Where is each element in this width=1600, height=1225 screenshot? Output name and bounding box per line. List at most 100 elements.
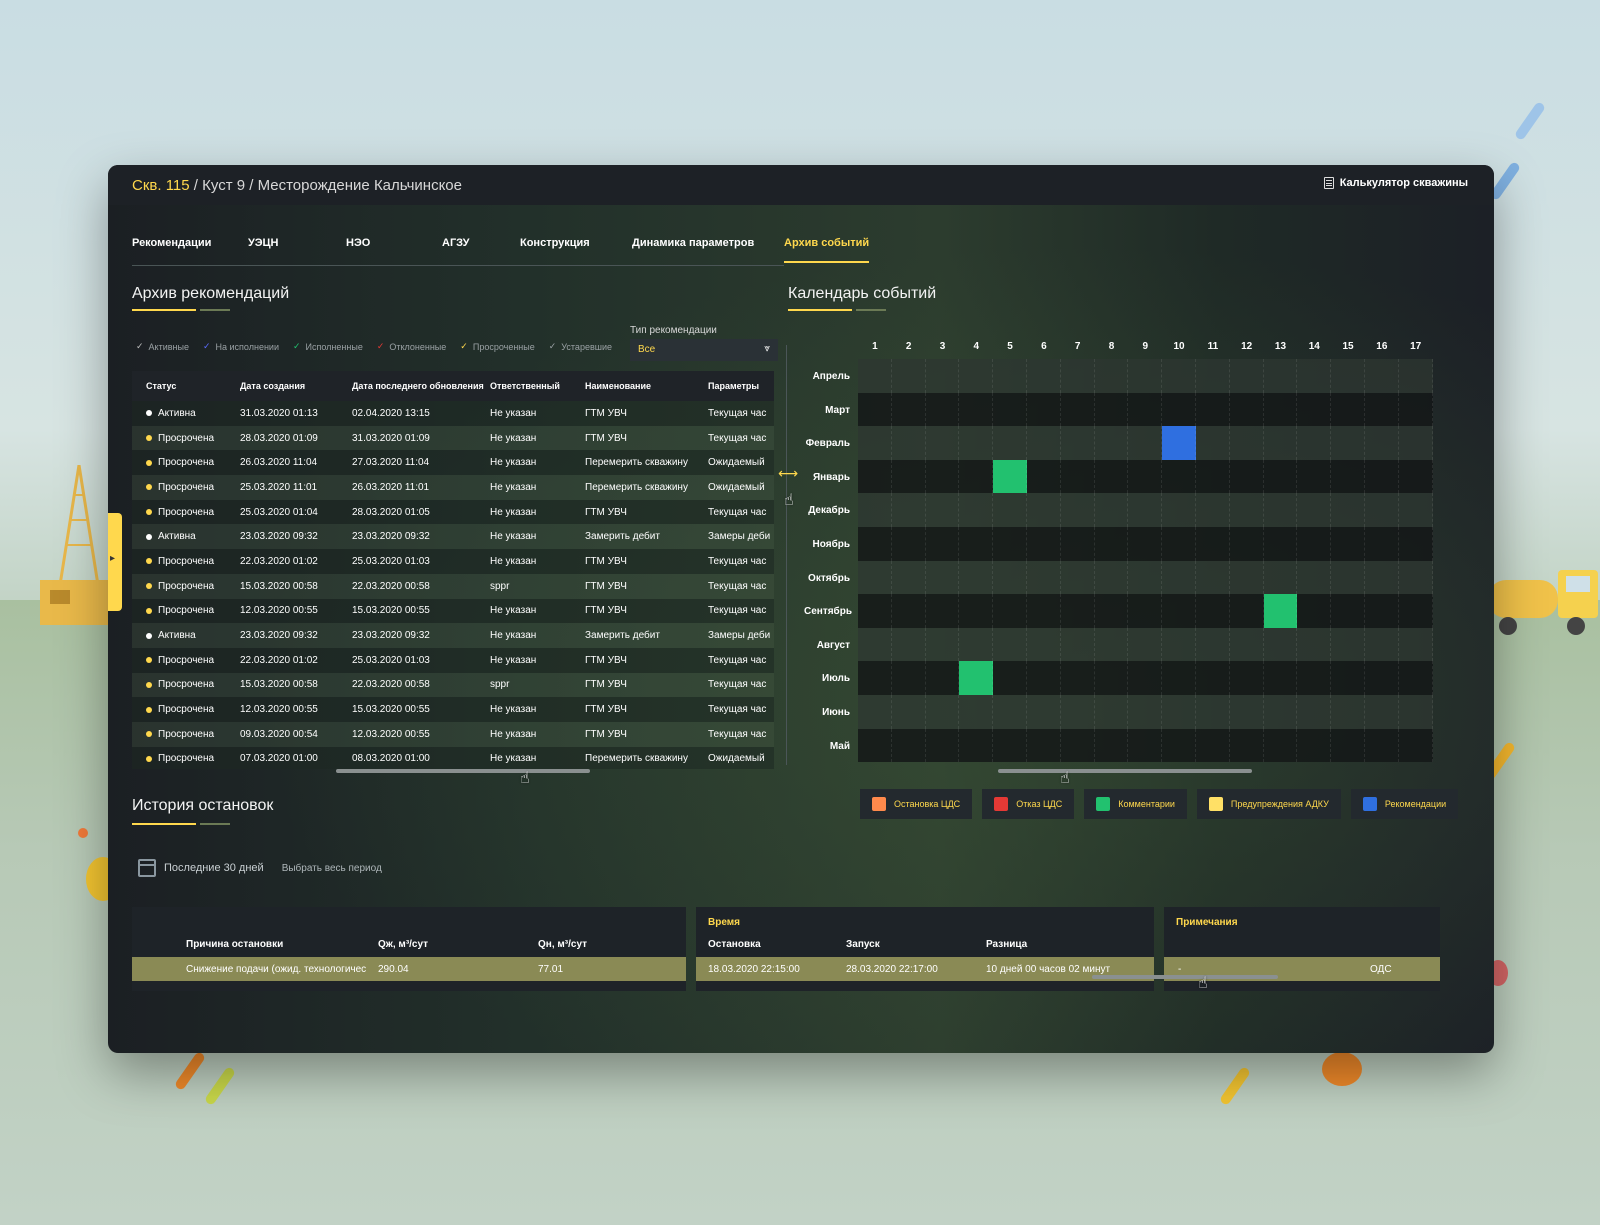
calendar-cell[interactable] <box>891 560 926 595</box>
calendar-cell[interactable] <box>1162 661 1196 695</box>
tab-agzu[interactable]: АГЗУ <box>442 237 470 249</box>
calendar-cell[interactable] <box>1195 560 1230 595</box>
calendar-cell[interactable] <box>1263 459 1298 494</box>
calendar-cell[interactable] <box>959 359 994 393</box>
calendar-cell[interactable] <box>858 661 892 695</box>
calendar-cell[interactable] <box>959 526 994 561</box>
calendar-cell[interactable] <box>1297 594 1332 628</box>
calendar-cell[interactable] <box>925 661 960 695</box>
calendar-cell[interactable] <box>993 493 1027 527</box>
table-row[interactable]: Просрочена 09.03.2020 00:54 12.03.2020 00:… <box>132 721 774 747</box>
calendar-cell[interactable] <box>858 493 892 527</box>
calendar-cell[interactable] <box>1364 392 1399 427</box>
table-row[interactable]: Снижение подачи (ожид. технологичес 290.… <box>132 957 686 981</box>
tab-recommendations[interactable]: Рекомендации <box>132 237 211 249</box>
calendar-cell[interactable] <box>1162 526 1196 561</box>
filter-rejected[interactable]: ✓ Отклоненные <box>377 341 446 352</box>
calendar-cell[interactable] <box>1026 594 1061 628</box>
calendar-cell[interactable] <box>1195 359 1230 393</box>
calendar-cell[interactable] <box>891 594 926 628</box>
table-row[interactable]: Просрочена 12.03.2020 00:55 15.03.2020 00:… <box>132 697 774 722</box>
calendar-cell[interactable] <box>891 728 926 763</box>
calendar-cell[interactable] <box>891 459 926 494</box>
calendar-cell[interactable] <box>1229 359 1264 393</box>
filter-in-progress[interactable]: ✓ На исполнении <box>203 341 279 352</box>
calendar-cell[interactable] <box>1229 526 1264 561</box>
legend-adku-warnings[interactable]: Предупреждения АДКУ <box>1196 789 1341 819</box>
calendar-cell[interactable] <box>1128 526 1163 561</box>
calendar-cell[interactable] <box>1297 694 1332 729</box>
calendar-cell[interactable] <box>1229 694 1264 729</box>
calendar-cell[interactable] <box>1128 392 1163 427</box>
calendar-cell[interactable] <box>1128 560 1163 595</box>
calendar-cell[interactable] <box>959 694 994 729</box>
calendar-cell[interactable] <box>925 627 960 662</box>
calendar-cell[interactable] <box>1094 392 1129 427</box>
calendar-cell[interactable] <box>959 728 994 763</box>
table-row[interactable]: Просрочена 07.03.2020 01:00 08.03.2020 01:… <box>132 746 774 769</box>
calendar-cell[interactable] <box>1398 594 1433 628</box>
calendar-cell[interactable] <box>1297 728 1332 763</box>
calendar-cell[interactable] <box>1060 627 1095 662</box>
calendar-cell[interactable] <box>1195 627 1230 662</box>
calendar-cell[interactable] <box>891 426 926 460</box>
calendar-cell[interactable] <box>993 392 1027 427</box>
calendar-cell[interactable] <box>1094 594 1129 628</box>
calendar-event-cell[interactable] <box>1263 594 1298 628</box>
calendar-cell[interactable] <box>1128 493 1163 527</box>
calendar-cell[interactable] <box>1094 661 1129 695</box>
table-row[interactable]: Активна 23.03.2020 09:32 23.03.2020 09:32 Н… <box>132 524 774 550</box>
calendar-cell[interactable] <box>1398 459 1433 494</box>
calendar-cell[interactable] <box>1229 392 1264 427</box>
calendar-cell[interactable] <box>925 694 960 729</box>
calendar-cell[interactable] <box>1162 728 1196 763</box>
calendar-cell[interactable] <box>1364 661 1399 695</box>
table-row[interactable]: Просрочена 26.03.2020 11:04 27.03.2020 11:… <box>132 450 774 476</box>
calendar-cell[interactable] <box>1331 493 1365 527</box>
calendar-cell[interactable] <box>993 661 1027 695</box>
calendar-cell[interactable] <box>1229 426 1264 460</box>
calendar-cell[interactable] <box>1128 594 1163 628</box>
calendar-cell[interactable] <box>1297 459 1332 494</box>
breadcrumb-well[interactable]: Скв. 115 <box>132 177 190 194</box>
tab-uecn[interactable]: УЭЦН <box>248 237 279 249</box>
calendar-cell[interactable] <box>1162 560 1196 595</box>
calendar-cell[interactable] <box>959 426 994 460</box>
table-row[interactable]: Просрочена 28.03.2020 01:09 31.03.2020 01:… <box>132 425 774 451</box>
calendar-cell[interactable] <box>1128 661 1163 695</box>
calendar-cell[interactable] <box>1297 426 1332 460</box>
calendar-cell[interactable] <box>1026 694 1061 729</box>
calendar-cell[interactable] <box>993 694 1027 729</box>
calendar-cell[interactable] <box>1060 694 1095 729</box>
calendar-cell[interactable] <box>1060 560 1095 595</box>
calendar-cell[interactable] <box>1026 359 1061 393</box>
calendar-cell[interactable] <box>925 526 960 561</box>
calendar-cell[interactable] <box>1331 728 1365 763</box>
calendar-cell[interactable] <box>1060 359 1095 393</box>
calendar-cell[interactable] <box>1364 594 1399 628</box>
table-scrollbar[interactable] <box>336 769 590 773</box>
calendar-cell[interactable] <box>1026 392 1061 427</box>
calendar-cell[interactable] <box>1364 426 1399 460</box>
calendar-cell[interactable] <box>1398 359 1433 393</box>
calendar-cell[interactable] <box>1297 392 1332 427</box>
calendar-cell[interactable] <box>993 728 1027 763</box>
legend-recommendations[interactable]: Рекомендации <box>1350 789 1459 819</box>
period-picker[interactable]: Последние 30 дней <box>138 859 264 877</box>
calendar-cell[interactable] <box>1398 627 1433 662</box>
calendar-cell[interactable] <box>993 560 1027 595</box>
calendar-cell[interactable] <box>1060 728 1095 763</box>
calendar-cell[interactable] <box>1364 560 1399 595</box>
side-panel-toggle[interactable] <box>108 513 122 611</box>
calendar-cell[interactable] <box>1128 694 1163 729</box>
calendar-cell[interactable] <box>1195 459 1230 494</box>
calendar-cell[interactable] <box>1026 728 1061 763</box>
calendar-cell[interactable] <box>959 392 994 427</box>
calendar-cell[interactable] <box>993 359 1027 393</box>
calendar-cell[interactable] <box>1297 526 1332 561</box>
calendar-cell[interactable] <box>1060 392 1095 427</box>
calendar-cell[interactable] <box>858 392 892 427</box>
table-row[interactable]: 18.03.2020 22:15:00 28.03.2020 22:17:00 … <box>696 957 1154 981</box>
calendar-cell[interactable] <box>1398 728 1433 763</box>
calendar-cell[interactable] <box>1094 426 1129 460</box>
